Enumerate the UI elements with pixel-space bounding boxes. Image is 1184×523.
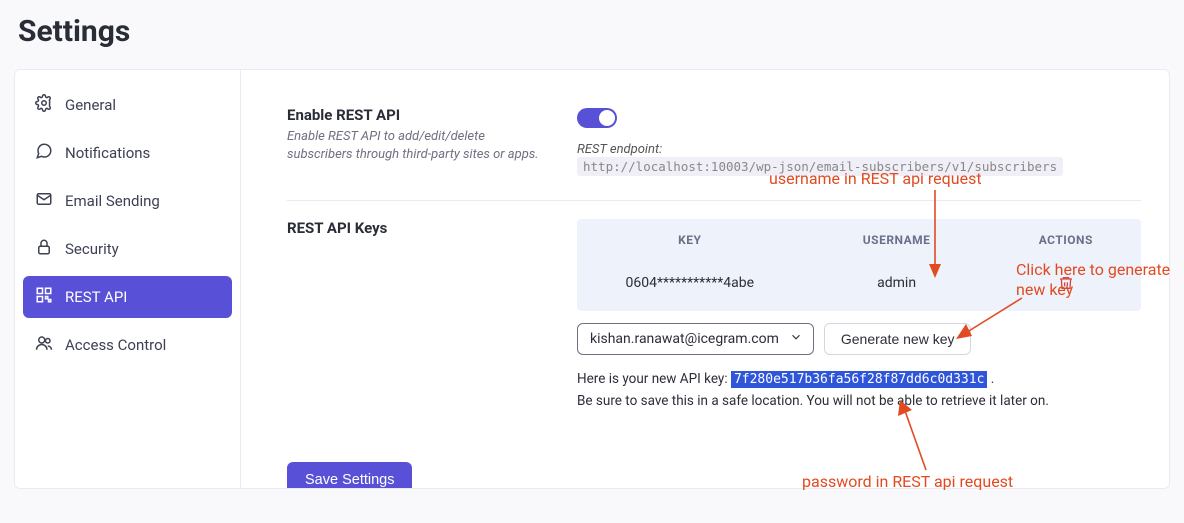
save-settings-button[interactable]: Save Settings [287,462,412,488]
sidebar-item-general[interactable]: General [23,84,232,126]
rest-api-keys-section: REST API Keys KEY USERNAME ACTIONS 0604*… [287,201,1141,436]
sidebar-item-label: REST API [65,288,127,306]
enable-rest-api-title: Enable REST API [287,106,577,124]
trash-icon[interactable] [1058,275,1074,291]
sidebar-item-label: Notifications [65,144,150,162]
generate-new-key-button[interactable]: Generate new key [824,323,972,355]
users-icon [35,334,53,356]
user-select-value: kishan.ranawat@icegram.com [590,331,779,347]
lock-icon [35,238,53,260]
content-area: Enable REST API Enable REST API to add/e… [241,70,1169,488]
table-row: 0604***********4abe admin [577,261,1141,311]
sidebar-item-access-control[interactable]: Access Control [23,324,232,366]
chat-icon [35,142,53,164]
sidebar-item-email-sending[interactable]: Email Sending [23,180,232,222]
sidebar-item-notifications[interactable]: Notifications [23,132,232,174]
settings-card: General Notifications Email Sending Secu… [14,69,1170,489]
keys-header-username: USERNAME [803,233,991,247]
new-api-key-note: Be sure to save this in a safe location.… [577,393,1049,409]
user-select[interactable]: kishan.ranawat@icegram.com [577,323,814,355]
keys-header-key: KEY [577,233,803,247]
sidebar: General Notifications Email Sending Secu… [15,70,241,488]
sidebar-item-label: Email Sending [65,192,160,210]
sidebar-item-security[interactable]: Security [23,228,232,270]
enable-rest-api-toggle[interactable] [577,108,617,128]
sidebar-item-label: Security [65,240,119,258]
sidebar-item-label: General [65,96,116,114]
page-title: Settings [0,0,1184,59]
chevron-down-icon [789,330,803,348]
enable-rest-api-desc: Enable REST API to add/edit/delete subsc… [287,128,547,164]
rest-endpoint-url: http://localhost:10003/wp-json/email-sub… [577,157,1063,176]
qr-icon [35,286,53,308]
key-value: 0604***********4abe [577,275,803,295]
enable-rest-api-section: Enable REST API Enable REST API to add/e… [287,88,1141,201]
gear-icon [35,94,53,116]
sidebar-item-rest-api[interactable]: REST API [23,276,232,318]
new-api-key-suffix: . [991,371,995,387]
rest-api-keys-title: REST API Keys [287,219,577,237]
new-api-key-value: 7f280e517b36fa56f28f87dd6c0d331c [731,371,987,388]
mail-icon [35,190,53,212]
sidebar-item-label: Access Control [65,336,166,354]
rest-endpoint-label: REST endpoint: [577,142,662,157]
keys-header-actions: ACTIONS [991,233,1141,247]
key-username: admin [803,275,991,295]
keys-table: KEY USERNAME ACTIONS 0604***********4abe… [577,219,1141,311]
new-api-key-prefix: Here is your new API key: [577,371,728,387]
